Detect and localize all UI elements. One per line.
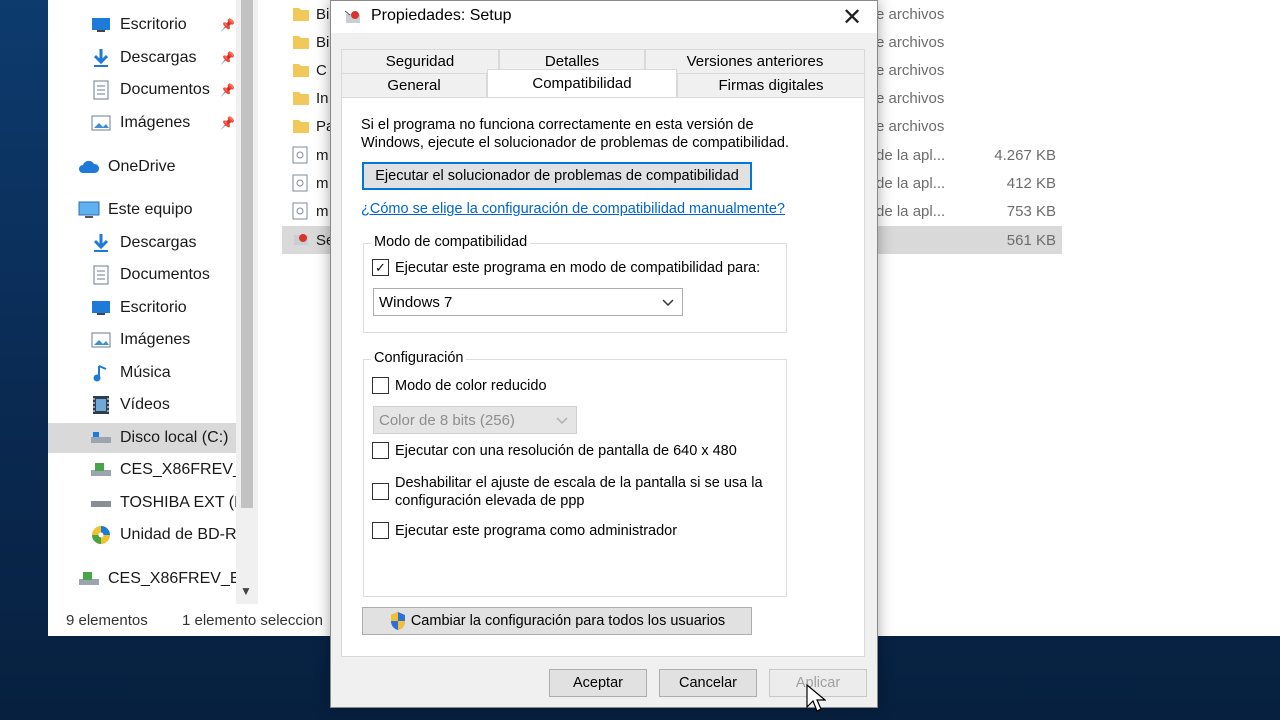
nav-item-bd-drive[interactable]: Unidad de BD-R: [48, 520, 244, 550]
reduced-color-checkbox[interactable]: [372, 377, 389, 394]
setup-icon: [292, 231, 310, 249]
close-icon[interactable]: ✕: [837, 3, 867, 32]
chevron-down-icon: [662, 295, 674, 312]
selection-count: 1 elemento seleccion: [182, 611, 323, 629]
compat-mode-checkbox-row[interactable]: ✓ Ejecutar este programa en modo de comp…: [372, 259, 760, 277]
compat-os-select[interactable]: Windows 7: [373, 288, 683, 316]
file-icon: [292, 174, 310, 192]
ok-button[interactable]: Aceptar: [549, 669, 647, 697]
manual-settings-link[interactable]: ¿Cómo se elige la configuración de compa…: [361, 201, 785, 217]
pin-icon: 📌: [220, 83, 235, 97]
tab-versiones-anteriores[interactable]: Versiones anteriores: [645, 49, 865, 73]
resolution-checkbox[interactable]: [372, 442, 389, 459]
desktop-icon: [90, 15, 112, 35]
shield-icon: [389, 611, 407, 631]
tab-compatibilidad[interactable]: Compatibilidad: [487, 69, 677, 97]
usb-drive-icon: [90, 493, 112, 513]
nav-item-musica[interactable]: Música: [48, 358, 244, 388]
cloud-icon: [78, 157, 100, 177]
bd-drive-icon: [90, 525, 112, 545]
settings-group: Configuración Modo de color reducido Col…: [363, 350, 787, 597]
tab-general[interactable]: General: [341, 73, 487, 97]
video-icon: [90, 395, 112, 415]
folder-icon: [292, 89, 310, 107]
nav-item-documentos[interactable]: Documentos: [48, 260, 244, 290]
nav-scrollbar[interactable]: ▼: [236, 0, 258, 604]
document-icon: [90, 265, 112, 285]
mouse-cursor-icon: [806, 683, 827, 717]
compatibility-panel: Si el programa no funciona correctamente…: [341, 97, 865, 657]
scrollbar-thumb[interactable]: [241, 0, 253, 508]
pin-icon: 📌: [220, 116, 235, 130]
run-as-admin-checkbox[interactable]: [372, 522, 389, 539]
folder-icon: [292, 33, 310, 51]
chevron-down-icon: [556, 413, 568, 430]
folder-icon: [292, 61, 310, 79]
compat-mode-checkbox[interactable]: ✓: [372, 259, 389, 276]
dvd-drive-icon: [90, 460, 112, 480]
group-label: Modo de compatibilidad: [371, 234, 531, 250]
nav-item-imagenes-quick[interactable]: Imágenes 📌: [48, 108, 244, 138]
setup-icon: [343, 8, 363, 29]
nav-item-videos[interactable]: Vídeos: [48, 390, 244, 420]
cancel-button[interactable]: Cancelar: [659, 669, 757, 697]
change-all-users-button[interactable]: Cambiar la configuración para todos los …: [362, 607, 752, 635]
nav-item-ces-dvd-2[interactable]: CES_X86FREV_ES-I: [48, 564, 244, 594]
file-icon: [292, 146, 310, 164]
nav-item-documentos-quick[interactable]: Documentos 📌: [48, 75, 244, 105]
nav-item-imagenes[interactable]: Imágenes: [48, 325, 244, 355]
download-icon: [90, 233, 112, 253]
document-icon: [90, 80, 112, 100]
nav-item-descargas-quick[interactable]: Descargas 📌: [48, 43, 244, 73]
dvd-drive-icon: [78, 569, 100, 589]
run-as-admin-row[interactable]: Ejecutar este programa como administrado…: [372, 522, 677, 540]
folder-icon: [292, 5, 310, 23]
pin-icon: 📌: [220, 18, 235, 32]
dpi-scaling-checkbox[interactable]: [372, 483, 389, 500]
properties-dialog: Propiedades: Setup ✕ Seguridad Detalles …: [330, 0, 878, 708]
dialog-titlebar[interactable]: Propiedades: Setup ✕: [331, 1, 877, 33]
dpi-scaling-row[interactable]: Deshabilitar el ajuste de escala de la p…: [372, 474, 763, 510]
tab-seguridad[interactable]: Seguridad: [341, 49, 499, 73]
file-icon: [292, 202, 310, 220]
color-depth-select[interactable]: Color de 8 bits (256): [373, 406, 577, 434]
navigation-pane: Escritorio 📌 Descargas 📌 Documentos 📌 Imáge…: [48, 0, 244, 604]
resolution-row[interactable]: Ejecutar con una resolución de pantalla …: [372, 442, 737, 460]
tab-firmas-digitales[interactable]: Firmas digitales: [677, 73, 865, 97]
compatibility-mode-group: Modo de compatibilidad ✓ Ejecutar este p…: [363, 234, 787, 333]
pictures-icon: [90, 113, 112, 133]
group-label: Configuración: [371, 350, 467, 366]
pin-icon: 📌: [220, 51, 235, 65]
nav-item-escritorio[interactable]: Escritorio: [48, 293, 244, 323]
run-troubleshooter-button[interactable]: Ejecutar el solucionador de problemas de…: [362, 162, 752, 190]
nav-item-descargas[interactable]: Descargas: [48, 228, 244, 258]
nav-item-toshiba[interactable]: TOSHIBA EXT (H: [48, 488, 244, 518]
scroll-down-arrow-icon[interactable]: ▼: [240, 584, 252, 598]
pictures-icon: [90, 330, 112, 350]
desktop-icon: [90, 298, 112, 318]
folder-icon: [292, 117, 310, 135]
nav-item-escritorio-quick[interactable]: Escritorio 📌: [48, 10, 244, 40]
computer-icon: [78, 200, 100, 220]
item-count: 9 elementos: [66, 611, 148, 629]
download-icon: [90, 48, 112, 68]
drive-icon: [90, 428, 112, 448]
nav-item-onedrive[interactable]: OneDrive: [48, 152, 244, 182]
dialog-title: Propiedades: Setup: [371, 7, 512, 24]
reduced-color-row[interactable]: Modo de color reducido: [372, 377, 547, 395]
nav-item-ces-dvd[interactable]: CES_X86FREV_ES: [48, 455, 244, 485]
nav-item-este-equipo[interactable]: Este equipo: [48, 195, 244, 225]
music-icon: [90, 363, 112, 383]
intro-text: Si el programa no funciona correctamente…: [361, 117, 789, 151]
nav-item-disco-local[interactable]: Disco local (C:): [48, 423, 244, 453]
